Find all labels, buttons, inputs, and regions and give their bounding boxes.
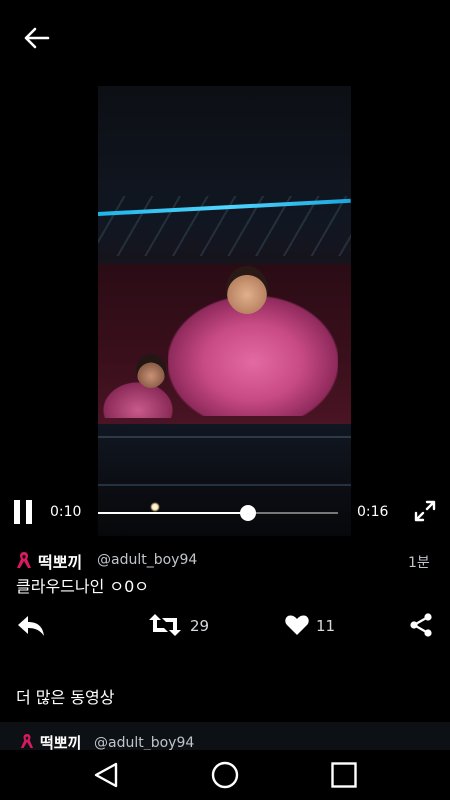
current-time: 0:10 bbox=[50, 504, 82, 520]
triangle-back-icon bbox=[94, 762, 118, 788]
ribbon-icon bbox=[20, 732, 34, 750]
stage-rail bbox=[98, 436, 351, 438]
like-button[interactable] bbox=[284, 612, 310, 638]
fullscreen-icon bbox=[414, 500, 436, 522]
pause-icon bbox=[14, 500, 20, 524]
next-video-author-handle: @adult_boy94 bbox=[94, 735, 195, 751]
seek-bar[interactable] bbox=[98, 502, 338, 524]
tweet-text: 클라우드나인 ㅇ0ㅇ bbox=[16, 577, 150, 596]
total-time: 0:16 bbox=[357, 504, 389, 520]
arrow-left-icon bbox=[24, 27, 50, 49]
seek-progress bbox=[98, 512, 248, 514]
retweet-count: 29 bbox=[190, 617, 210, 635]
video-player[interactable] bbox=[98, 86, 351, 536]
retweet-icon bbox=[149, 614, 181, 636]
video-frame-performer-head bbox=[226, 266, 268, 314]
author-name[interactable]: 떡뽀끼 bbox=[38, 549, 82, 573]
back-button[interactable] bbox=[22, 24, 52, 52]
pause-button[interactable] bbox=[12, 500, 34, 526]
next-video-author-name: 떡뽀끼 bbox=[40, 734, 82, 752]
share-button[interactable] bbox=[408, 612, 434, 638]
pause-icon-bar bbox=[26, 500, 32, 524]
square-recent-icon bbox=[331, 762, 357, 788]
share-icon bbox=[410, 613, 432, 637]
retweet-button[interactable] bbox=[148, 612, 182, 638]
video-frame-performer-secondary bbox=[98, 378, 178, 418]
circle-home-icon bbox=[211, 761, 239, 789]
nav-back-button[interactable] bbox=[92, 761, 120, 789]
video-frame-performer-secondary-head bbox=[136, 354, 166, 388]
tweet-timestamp: 1분 bbox=[408, 555, 430, 571]
author-handle[interactable]: @adult_boy94 bbox=[97, 552, 197, 568]
nav-home-button[interactable] bbox=[210, 760, 240, 790]
reply-icon bbox=[18, 616, 44, 636]
stage-rail bbox=[98, 484, 351, 486]
fullscreen-button[interactable] bbox=[414, 500, 436, 522]
reply-button[interactable] bbox=[16, 612, 46, 640]
nav-recent-apps-button[interactable] bbox=[330, 761, 358, 789]
like-count: 11 bbox=[316, 617, 336, 635]
heart-icon bbox=[285, 615, 309, 635]
ribbon-icon bbox=[16, 550, 32, 570]
next-video-item[interactable]: 떡뽀끼 @adult_boy94 bbox=[0, 722, 450, 752]
more-videos-heading: 더 많은 동영상 bbox=[16, 688, 115, 707]
seek-handle[interactable] bbox=[240, 505, 256, 521]
video-frame-performer bbox=[168, 296, 338, 416]
